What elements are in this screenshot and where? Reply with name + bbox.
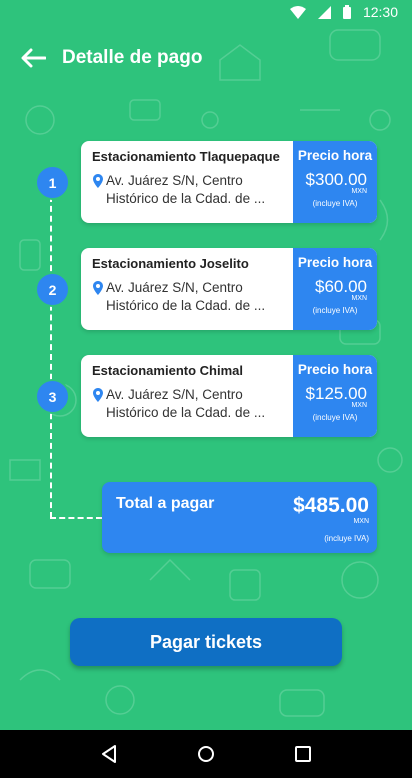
price-currency: MXN (351, 188, 367, 195)
address-line-2: Histórico de la Cdad. de ... (106, 405, 266, 420)
location-pin-icon (93, 388, 103, 402)
price-currency: MXN (351, 402, 367, 409)
price-amount: $300.00 (305, 170, 367, 189)
parking-name: Estacionamiento Chimal (92, 363, 243, 378)
price-tax-note: (incluye IVA) (312, 413, 358, 422)
parking-info: Estacionamiento Chimal Av. Juárez S/N, C… (81, 355, 293, 437)
price-label: Precio hora (297, 362, 373, 377)
parking-address: Av. Juárez S/N, Centro Histórico de la C… (92, 386, 285, 422)
page-title: Detalle de pago (62, 47, 203, 68)
nav-back-button[interactable] (89, 734, 129, 774)
total-amount: $485.00 (293, 494, 369, 517)
total-label: Total a pagar (116, 495, 215, 512)
parking-address: Av. Juárez S/N, Centro Histórico de la C… (92, 279, 285, 315)
recents-square-icon (295, 746, 312, 762)
total-currency: MXN (353, 518, 369, 525)
parking-card-2[interactable]: Estacionamiento Joselito Av. Juárez S/N,… (81, 248, 377, 330)
nav-recents-button[interactable] (283, 734, 323, 774)
price-panel: Precio hora $125.00 MXN (incluye IVA) (293, 355, 377, 437)
home-circle-icon (197, 746, 214, 762)
step-number-3: 3 (35, 379, 70, 414)
price-amount: $125.00 (305, 384, 367, 403)
price-amount: $60.00 (315, 277, 367, 296)
signal-icon (317, 5, 331, 19)
address-line-1: Av. Juárez S/N, Centro (106, 173, 243, 188)
parking-address: Av. Juárez S/N, Centro Histórico de la C… (92, 172, 285, 208)
parking-card-1[interactable]: Estacionamiento Tlaquepaque Av. Juárez S… (81, 141, 377, 223)
address-line-2: Histórico de la Cdad. de ... (106, 191, 266, 206)
price-currency: MXN (351, 295, 367, 302)
price-tax-note: (incluye IVA) (312, 306, 358, 315)
parking-info: Estacionamiento Joselito Av. Juárez S/N,… (81, 248, 293, 330)
back-triangle-icon (101, 745, 116, 763)
step-number-1: 1 (35, 165, 70, 200)
price-label: Precio hora (297, 255, 373, 270)
total-card: Total a pagar $485.00 MXN (incluye IVA) (102, 482, 377, 553)
status-bar: 12:30 (0, 0, 412, 24)
pay-tickets-button[interactable]: Pagar tickets (70, 618, 342, 666)
parking-info: Estacionamiento Tlaquepaque Av. Juárez S… (81, 141, 293, 223)
timeline-connector-horizontal (50, 517, 102, 519)
android-nav-bar (0, 730, 412, 778)
arrow-left-icon (21, 48, 46, 68)
back-button[interactable] (18, 44, 48, 72)
price-panel: Precio hora $60.00 MXN (incluye IVA) (293, 248, 377, 330)
total-tax-note: (incluye IVA) (324, 534, 369, 543)
price-label: Precio hora (297, 148, 373, 163)
step-number-2: 2 (35, 272, 70, 307)
price-panel: Precio hora $300.00 MXN (incluye IVA) (293, 141, 377, 223)
price-tax-note: (incluye IVA) (312, 199, 358, 208)
nav-home-button[interactable] (186, 734, 226, 774)
timeline-connector (50, 196, 52, 518)
address-line-1: Av. Juárez S/N, Centro (106, 280, 243, 295)
parking-name: Estacionamiento Tlaquepaque (92, 149, 280, 164)
payment-detail-screen: 12:30 Detalle de pago 1 2 3 Estacionamie… (0, 0, 412, 778)
wifi-icon (289, 5, 306, 19)
address-line-2: Histórico de la Cdad. de ... (106, 298, 266, 313)
app-header: Detalle de pago (18, 44, 202, 72)
status-time: 12:30 (362, 4, 398, 20)
address-line-1: Av. Juárez S/N, Centro (106, 387, 243, 402)
battery-icon (342, 5, 351, 19)
location-pin-icon (93, 174, 103, 188)
location-pin-icon (93, 281, 103, 295)
parking-card-3[interactable]: Estacionamiento Chimal Av. Juárez S/N, C… (81, 355, 377, 437)
parking-name: Estacionamiento Joselito (92, 256, 249, 271)
